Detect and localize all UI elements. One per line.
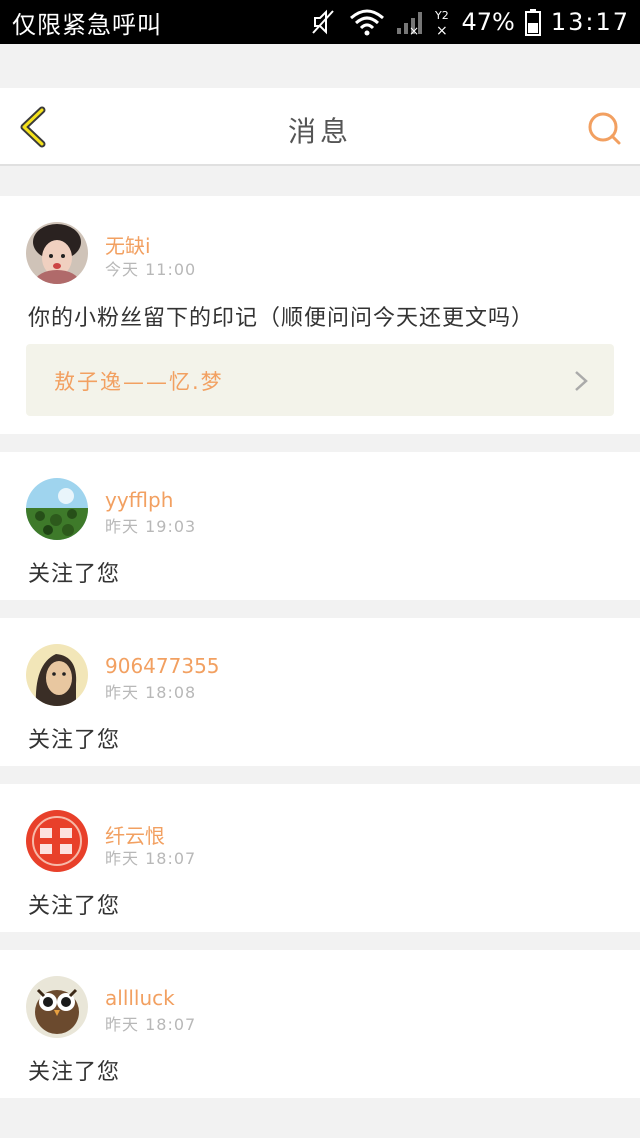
status-icons: × Y2 × 47% 13:17 [309,7,630,37]
message-card[interactable]: 纤云恨 昨天 18:07 关注了您 [0,784,640,932]
message-card[interactable]: 无缺i 今天 11:00 你的小粉丝留下的印记（顺便问问今天还更文吗） 敖子逸—… [0,196,640,434]
message-text: 关注了您 [28,562,121,587]
clock: 13:17 [550,8,630,36]
chevron-right-icon [575,371,588,391]
navigation-bar: 消息 [0,88,640,166]
sim2-icon: Y2 × [435,9,449,37]
page-title: 消息 [287,115,352,148]
message-card[interactable]: yyfflph 昨天 19:03 关注了您 [0,452,640,600]
message-text: 关注了您 [28,728,121,753]
message-text: 关注了您 [28,1060,121,1085]
timestamp: 昨天 18:07 [105,1015,197,1034]
username[interactable]: yyfflph [105,488,173,512]
battery-icon [524,9,541,36]
avatar[interactable] [26,644,88,706]
username[interactable]: 906477355 [105,654,220,678]
search-icon[interactable] [586,110,622,146]
svg-text:×: × [436,23,448,37]
timestamp: 今天 11:00 [105,260,197,279]
battery-percent: 47% [461,8,515,36]
message-card[interactable]: 906477355 昨天 18:08 关注了您 [0,618,640,766]
wifi-icon [350,9,385,36]
timestamp: 昨天 18:07 [105,849,197,868]
svg-text:×: × [409,24,419,36]
timestamp: 昨天 19:03 [105,517,197,536]
signal-icon: × [397,12,423,36]
timestamp: 昨天 18:08 [105,683,197,702]
message-text: 关注了您 [28,894,121,919]
message-card[interactable]: alllluck 昨天 18:07 关注了您 [0,950,640,1098]
avatar[interactable] [26,976,88,1038]
carrier-label: 仅限紧急呼叫 [12,10,162,39]
avatar[interactable] [26,222,88,284]
svg-text:Y2: Y2 [435,9,449,22]
message-text: 你的小粉丝留下的印记（顺便问问今天还更文吗） [28,306,535,331]
quoted-article-link[interactable]: 敖子逸——忆.梦 [26,344,614,416]
mute-icon [312,9,335,35]
avatar[interactable] [26,810,88,872]
avatar[interactable] [26,478,88,540]
quoted-article-title: 敖子逸——忆.梦 [54,370,224,394]
status-bar: 仅限紧急呼叫 × Y2 × 47% 13:17 [0,0,640,44]
username[interactable]: alllluck [105,986,175,1010]
username[interactable]: 无缺i [105,230,151,259]
